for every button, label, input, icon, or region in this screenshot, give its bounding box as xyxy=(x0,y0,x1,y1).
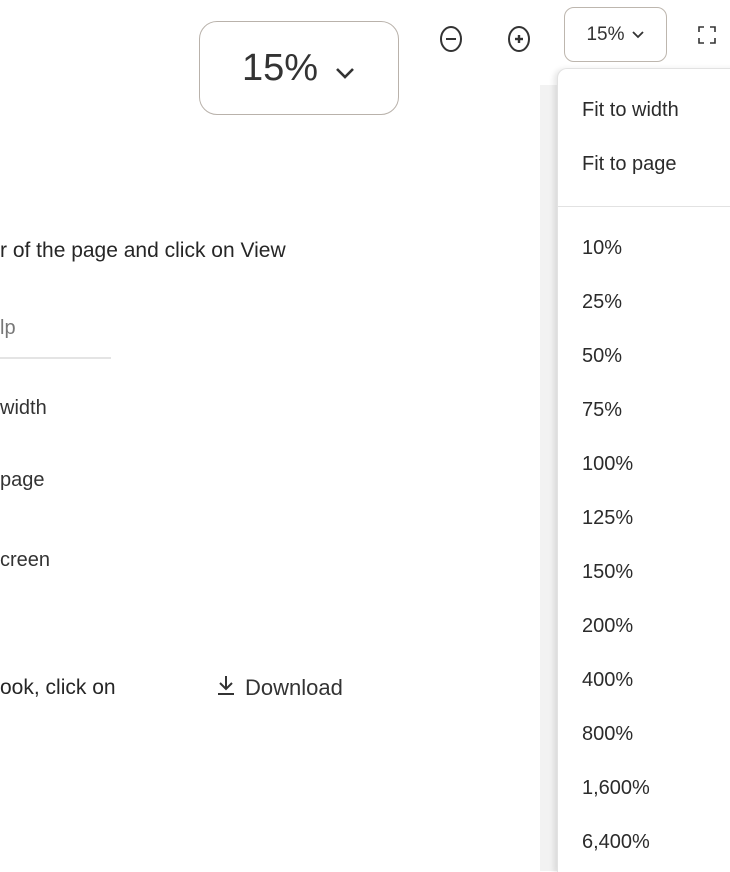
dropdown-item-zoom-6400[interactable]: 6,400% xyxy=(582,831,650,854)
dropdown-divider xyxy=(558,206,730,207)
zoom-in-icon[interactable] xyxy=(506,24,532,54)
download-instruction-text: ook, click on xyxy=(0,676,116,699)
dropdown-item-zoom-10[interactable]: 10% xyxy=(582,237,622,260)
viewer-background-strip xyxy=(540,85,557,871)
dropdown-item-zoom-200[interactable]: 200% xyxy=(582,615,633,638)
menu-item-fullscreen[interactable]: creen xyxy=(0,549,50,572)
menu-divider xyxy=(0,357,111,359)
dropdown-item-zoom-25[interactable]: 25% xyxy=(582,291,622,314)
dropdown-item-zoom-50[interactable]: 50% xyxy=(582,345,622,368)
dropdown-item-fit-page[interactable]: Fit to page xyxy=(582,153,677,176)
zoom-dropdown-menu: Fit to width Fit to page 10% 25% 50% 75%… xyxy=(557,68,730,872)
fullscreen-icon[interactable] xyxy=(697,25,717,45)
chevron-down-icon xyxy=(631,24,645,46)
dropdown-item-zoom-75[interactable]: 75% xyxy=(582,399,622,422)
download-label: Download xyxy=(245,675,343,700)
menu-header-fragment: lp xyxy=(0,317,16,339)
dropdown-item-zoom-400[interactable]: 400% xyxy=(582,669,633,692)
zoom-level-select-large[interactable]: 15% xyxy=(199,21,399,115)
dropdown-item-zoom-100[interactable]: 100% xyxy=(582,453,633,476)
dropdown-item-zoom-1600[interactable]: 1,600% xyxy=(582,777,650,800)
menu-item-fit-width[interactable]: width xyxy=(0,397,47,420)
dropdown-item-zoom-150[interactable]: 150% xyxy=(582,561,633,584)
download-icon xyxy=(216,674,236,702)
zoom-level-value: 15% xyxy=(241,46,319,89)
zoom-level-select[interactable]: 15% xyxy=(564,7,667,62)
zoom-out-icon[interactable] xyxy=(438,24,464,54)
menu-item-fit-page[interactable]: page xyxy=(0,469,45,492)
zoom-level-value-small: 15% xyxy=(586,23,625,45)
download-button[interactable]: Download xyxy=(216,674,343,702)
chevron-down-icon xyxy=(334,47,356,90)
dropdown-item-fit-width[interactable]: Fit to width xyxy=(582,99,679,122)
instruction-text: r of the page and click on View xyxy=(0,239,286,262)
dropdown-item-zoom-800[interactable]: 800% xyxy=(582,723,633,746)
dropdown-item-zoom-125[interactable]: 125% xyxy=(582,507,633,530)
